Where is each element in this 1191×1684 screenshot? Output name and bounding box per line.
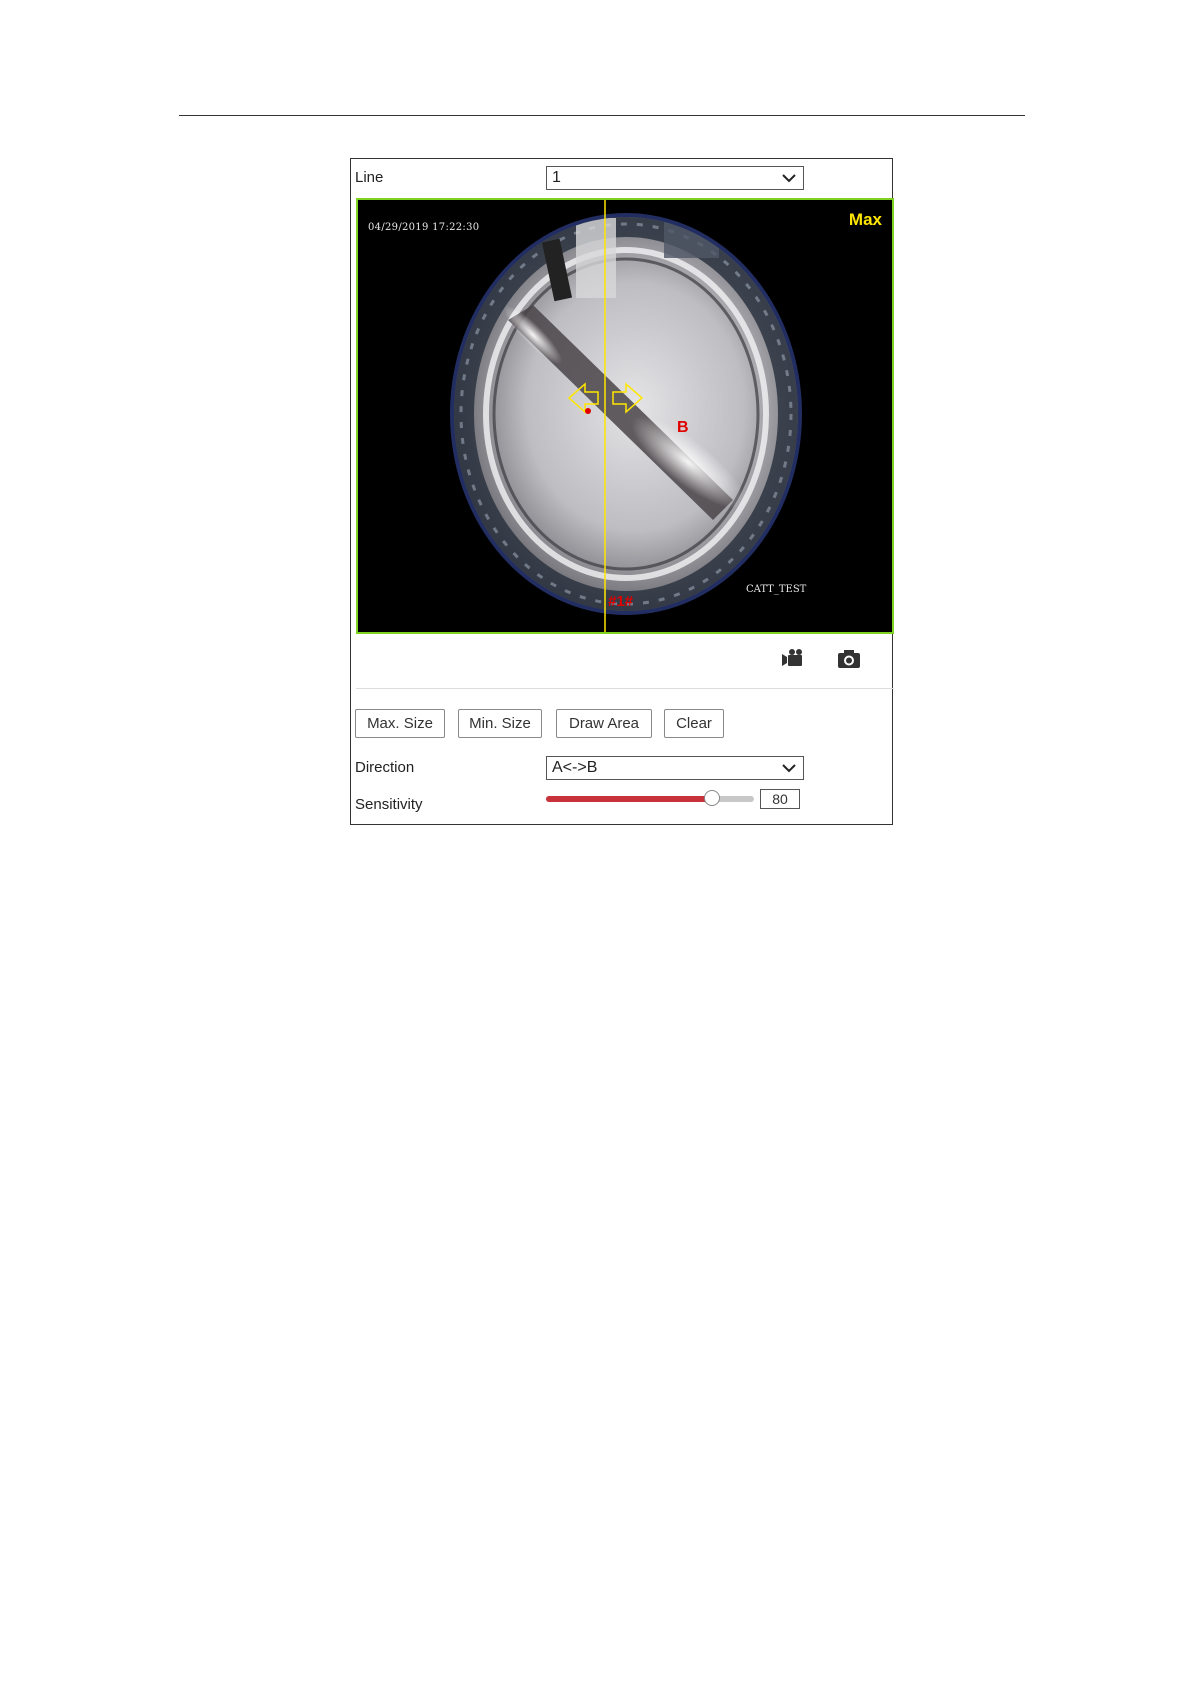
video-record-icon[interactable] xyxy=(780,647,806,671)
draw-area-button[interactable]: Draw Area xyxy=(556,709,652,738)
preview-toolbar xyxy=(356,634,894,689)
sensitivity-label: Sensitivity xyxy=(355,796,423,813)
sensitivity-slider[interactable] xyxy=(546,790,754,806)
side-b-label: B xyxy=(677,419,689,436)
direction-select[interactable]: A<->B xyxy=(546,756,804,780)
camera-snapshot-icon[interactable] xyxy=(836,647,862,671)
line-select[interactable]: 1 xyxy=(546,166,804,190)
clear-button[interactable]: Clear xyxy=(664,709,724,738)
line-select-value: 1 xyxy=(552,169,561,186)
fisheye-scene xyxy=(358,200,892,632)
sensitivity-value-input[interactable] xyxy=(760,789,800,809)
slider-thumb[interactable] xyxy=(704,790,720,806)
size-mode-indicator: Max xyxy=(848,210,882,229)
video-preview[interactable]: 04/29/2019 17:22:30 Max B #1# CATT_TEST xyxy=(356,198,894,634)
osd-camera-name: CATT_TEST xyxy=(746,584,807,595)
line-number-tag: #1# xyxy=(608,593,634,610)
line-label: Line xyxy=(355,169,384,186)
max-size-button[interactable]: Max. Size xyxy=(355,709,445,738)
osd-datetime: 04/29/2019 17:22:30 xyxy=(368,222,480,233)
chevron-down-icon xyxy=(782,764,796,773)
header-rule xyxy=(179,115,1025,116)
direction-select-value: A<->B xyxy=(552,759,598,776)
direction-label: Direction xyxy=(355,759,415,776)
min-size-button[interactable]: Min. Size xyxy=(458,709,542,738)
line-crossing-panel: Line 1 04/29/2019 17:22:30 Max B #1# CAT… xyxy=(350,158,894,825)
side-a-marker xyxy=(585,408,591,414)
chevron-down-icon xyxy=(782,174,796,183)
slider-fill xyxy=(546,796,712,802)
